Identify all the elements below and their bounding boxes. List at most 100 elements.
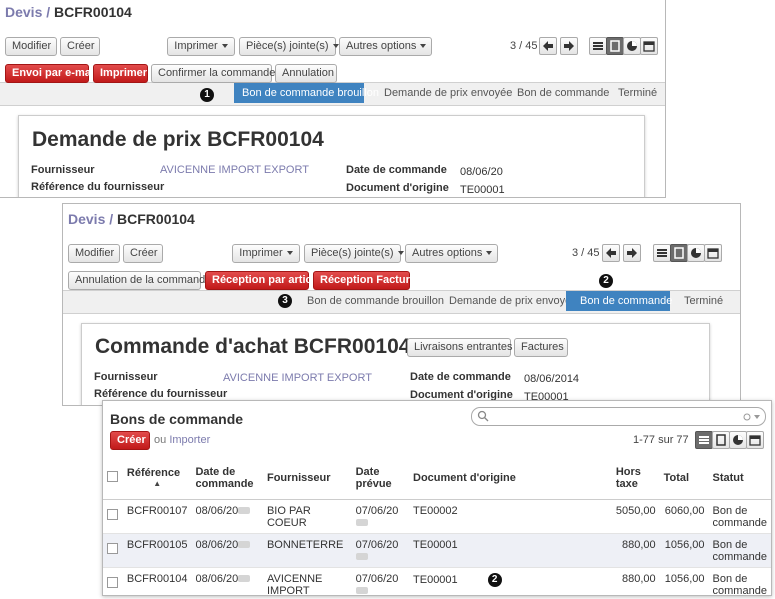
- list-view-button[interactable]: [589, 37, 607, 55]
- table-header-row: Référence ▲ Date de commande Fournisseur …: [103, 457, 771, 500]
- cancel-order-button[interactable]: Annulation de la commande: [68, 271, 211, 290]
- search-options-icon[interactable]: [743, 412, 761, 422]
- invoices-button[interactable]: Factures: [514, 338, 568, 357]
- supplier-value[interactable]: AVICENNE IMPORT EXPORT: [223, 372, 372, 384]
- cell-status: Bon de commande: [708, 533, 771, 568]
- attachments-dropdown[interactable]: Pièce(s) jointe(s): [239, 37, 339, 56]
- supplier-label: Fournisseur: [94, 371, 158, 383]
- pager-value: 3 / 45: [572, 247, 600, 259]
- page-title-code: BCFR00104: [293, 335, 411, 358]
- pager-next-button[interactable]: [560, 37, 578, 55]
- confirm-order-button[interactable]: Confirmer la commande: [151, 64, 275, 83]
- cell-planned-date-text: 07/06/20: [355, 504, 399, 517]
- blurred-text: [355, 587, 368, 595]
- step-badge-2: 2: [487, 572, 502, 587]
- step-badge-2: 2: [599, 274, 613, 288]
- form-view-button[interactable]: [670, 244, 688, 262]
- calendar-view-button[interactable]: [704, 244, 722, 262]
- breadcrumb-link-devis[interactable]: Devis: [68, 211, 105, 227]
- list-view-button[interactable]: [653, 244, 671, 262]
- stage-purchase-order[interactable]: Bon de commande: [566, 291, 672, 311]
- column-header-supplier[interactable]: Fournisseur: [262, 457, 352, 500]
- print-dropdown[interactable]: Imprimer: [232, 244, 300, 263]
- table-row[interactable]: BCFR00107 08/06/20 BIO PAR COEUR 07/06/2…: [103, 499, 771, 534]
- select-all-checkbox[interactable]: [107, 470, 118, 482]
- column-header-untaxed[interactable]: Hors taxe: [611, 457, 660, 500]
- column-header-planned-date[interactable]: Date prévue: [351, 457, 410, 500]
- column-header-source-document[interactable]: Document d'origine: [409, 457, 612, 500]
- graph-view-button[interactable]: [729, 431, 747, 449]
- cell-untaxed: 5050,00: [611, 499, 660, 534]
- calendar-icon: [707, 248, 719, 259]
- graph-view-button[interactable]: [623, 37, 641, 55]
- page-title-code: BCFR00104: [207, 128, 324, 151]
- calendar-view-button[interactable]: [746, 431, 764, 449]
- supplier-ref-label: Référence du fournisseur: [31, 181, 165, 193]
- row-checkbox-cell[interactable]: [103, 567, 123, 595]
- row-checkbox[interactable]: [107, 576, 118, 588]
- print-button[interactable]: Imprimer: [93, 64, 148, 83]
- cell-source-document-text: TE00001: [413, 573, 458, 586]
- page-title-prefix: Commande d'achat: [95, 335, 288, 358]
- create-button[interactable]: Créer: [123, 244, 163, 263]
- breadcrumb-current: BCFR00104: [117, 211, 195, 227]
- form-view-icon: [716, 434, 726, 446]
- breadcrumb-separator: /: [109, 211, 114, 227]
- pager-next-button[interactable]: [623, 244, 641, 262]
- pager-previous-button[interactable]: [539, 37, 557, 55]
- form-view-button[interactable]: [606, 37, 624, 55]
- cell-total: 1056,00: [659, 533, 709, 568]
- send-email-button[interactable]: Envoi par e-mail: [5, 64, 97, 83]
- form-view-button[interactable]: [712, 431, 730, 449]
- list-view-button[interactable]: [695, 431, 713, 449]
- breadcrumb-link-devis[interactable]: Devis: [5, 4, 42, 20]
- print-dropdown[interactable]: Imprimer: [167, 37, 235, 56]
- supplier-label: Fournisseur: [31, 164, 95, 176]
- supplier-value[interactable]: AVICENNE IMPORT EXPORT: [160, 164, 309, 176]
- more-options-dropdown[interactable]: Autres options: [405, 244, 498, 263]
- attachments-dropdown[interactable]: Pièce(s) jointe(s): [304, 244, 404, 263]
- calendar-view-button[interactable]: [640, 37, 658, 55]
- stage-done[interactable]: Terminé: [684, 291, 723, 311]
- select-all-checkbox-cell[interactable]: [103, 457, 123, 500]
- receive-invoice-button[interactable]: Réception Facture: [313, 271, 416, 290]
- column-header-status[interactable]: Statut: [708, 457, 771, 500]
- table-row[interactable]: BCFR00104 08/06/20 AVICENNE IMPORT EXPOR…: [103, 567, 771, 595]
- pie-chart-icon: [691, 248, 701, 258]
- stage-draft[interactable]: Bon de commande brouillon: [307, 291, 444, 311]
- create-button[interactable]: Créer: [60, 37, 100, 56]
- cell-total: 1056,00: [659, 567, 709, 595]
- create-button[interactable]: Créer: [110, 431, 150, 450]
- column-header-reference[interactable]: Référence ▲: [122, 457, 192, 500]
- cell-supplier: BIO PAR COEUR: [262, 499, 352, 534]
- row-checkbox[interactable]: [107, 542, 118, 554]
- stage-draft[interactable]: Bon de commande brouillon: [234, 83, 379, 103]
- breadcrumb-current: BCFR00104: [54, 4, 132, 20]
- more-options-dropdown[interactable]: Autres options: [339, 37, 432, 56]
- graph-view-button[interactable]: [687, 244, 705, 262]
- incoming-shipments-button[interactable]: Livraisons entrantes: [407, 338, 512, 357]
- pager-previous-button[interactable]: [602, 244, 620, 262]
- import-link[interactable]: Importer: [169, 434, 210, 446]
- table-row[interactable]: BCFR00105 08/06/20 BONNETERRE 07/06/20 T…: [103, 533, 771, 568]
- edit-button[interactable]: Modifier: [5, 37, 57, 56]
- cancel-button[interactable]: Annulation: [275, 64, 337, 83]
- row-checkbox[interactable]: [107, 508, 118, 520]
- stage-purchase-order[interactable]: Bon de commande: [517, 83, 609, 103]
- arrow-left-icon: [606, 248, 616, 258]
- stage-done[interactable]: Terminé: [618, 83, 657, 103]
- column-header-total[interactable]: Total: [659, 457, 709, 500]
- stage-rfq-sent[interactable]: Demande de prix envoyée: [449, 291, 577, 311]
- cell-order-date: 08/06/20: [191, 533, 263, 568]
- receive-by-article-button[interactable]: Réception par article: [205, 271, 321, 290]
- print-dropdown-label: Imprimer: [174, 40, 218, 52]
- row-checkbox-cell[interactable]: [103, 499, 123, 534]
- pager-value: 3 / 45: [510, 40, 538, 52]
- stage-rfq-sent[interactable]: Demande de prix envoyée: [384, 83, 512, 103]
- pager-value: 1-77 sur 77: [633, 434, 689, 446]
- search-box[interactable]: [471, 407, 766, 426]
- row-checkbox-cell[interactable]: [103, 533, 123, 568]
- blurred-text: [238, 507, 251, 515]
- edit-button[interactable]: Modifier: [68, 244, 120, 263]
- column-header-order-date[interactable]: Date de commande: [191, 457, 263, 500]
